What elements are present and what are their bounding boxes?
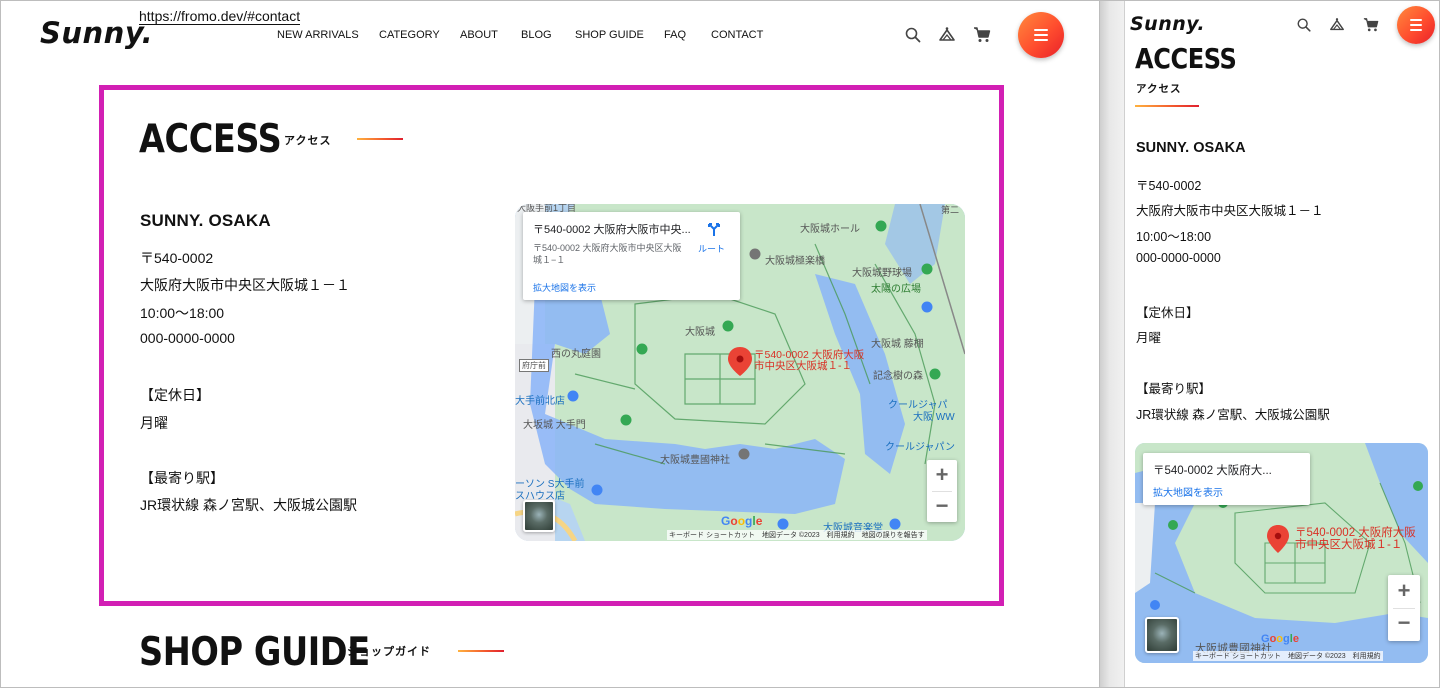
menu-button[interactable] [1018, 12, 1064, 58]
mobile-map-pin-label-line1: 〒540-0002 大阪府大阪 [1295, 527, 1416, 539]
nav-item-contact[interactable]: CONTACT [711, 29, 763, 41]
mobile-search-icon[interactable] [1296, 17, 1312, 33]
mobile-holiday-value: 月曜 [1136, 331, 1162, 345]
mobile-google-logo: Google [1261, 633, 1299, 645]
mobile-hanger-icon[interactable] [1329, 17, 1345, 33]
mobile-station-value: JR環状線 森ノ宮駅、大阪城公園駅 [1136, 408, 1330, 422]
mobile-cart-icon[interactable] [1363, 17, 1379, 33]
nav-item-blog[interactable]: BLOG [521, 29, 552, 41]
mobile-map-info-card: 〒540-0002 大阪府大... 拡大地図を表示 [1143, 453, 1310, 505]
mobile-phone-number: 000-0000-0000 [1136, 251, 1221, 265]
mobile-map-zoom-controls: + − [1388, 575, 1420, 641]
mobile-site-logo[interactable]: Sunny. [1130, 13, 1205, 35]
mobile-station-label: 【最寄り駅】 [1136, 382, 1212, 396]
mobile-view: Sunny. ACCESS アクセス SUNNY. OSAKA 〒540-000… [1125, 2, 1439, 687]
mobile-business-hours: 10:00〜18:00 [1136, 230, 1212, 244]
annotation-url: https://fromo.dev/#contact [139, 8, 301, 25]
shop-guide-title: SHOP GUIDE [139, 630, 370, 675]
desktop-view: Sunny. https://fromo.dev/#contact NEW AR… [2, 2, 1099, 687]
mobile-map-attribution[interactable]: キーボード ショートカット 地図データ ©2023 利用規約 [1193, 651, 1383, 661]
viewport-divider [1099, 1, 1125, 687]
shop-guide-subtitle: ショップガイド [347, 646, 431, 658]
mobile-postal-code: 〒540-0002 [1136, 179, 1202, 193]
mobile-access-title: ACCESS [1135, 42, 1237, 75]
shop-guide-accent-line [458, 650, 504, 652]
mobile-zoom-in-button[interactable]: + [1388, 580, 1420, 602]
mobile-access-accent-line [1135, 105, 1199, 107]
mobile-address: 大阪府大阪市中央区大阪城１－１ [1136, 204, 1324, 218]
highlight-box [99, 85, 1004, 606]
hanger-icon[interactable] [938, 26, 956, 44]
nav-item-shop-guide[interactable]: SHOP GUIDE [575, 29, 644, 41]
mobile-menu-button[interactable] [1397, 6, 1435, 44]
mobile-shop-name: SUNNY. OSAKA [1136, 140, 1246, 156]
mobile-access-subtitle: アクセス [1136, 83, 1182, 95]
nav-item-category[interactable]: CATEGORY [379, 29, 440, 41]
site-logo[interactable]: Sunny. [40, 16, 153, 50]
mobile-holiday-label: 【定休日】 [1136, 306, 1199, 320]
nav-item-about[interactable]: ABOUT [460, 29, 498, 41]
mobile-view-larger-map-link[interactable]: 拡大地図を表示 [1153, 484, 1223, 499]
mobile-google-map[interactable]: 〒540-0002 大阪府大阪 市中央区大阪城１-１ 大阪城豊國神社 〒540-… [1135, 443, 1428, 663]
mobile-street-view-thumbnail[interactable] [1145, 617, 1179, 653]
mobile-map-card-title: 〒540-0002 大阪府大... [1153, 465, 1272, 477]
mobile-zoom-out-button[interactable]: − [1388, 612, 1420, 634]
nav-item-faq[interactable]: FAQ [664, 29, 686, 41]
cart-icon[interactable] [973, 26, 991, 44]
screenshot-frame: Sunny. https://fromo.dev/#contact NEW AR… [0, 0, 1440, 688]
mobile-map-pin-label-line2: 市中央区大阪城１-１ [1295, 539, 1403, 551]
nav-item-new-arrivals[interactable]: NEW ARRIVALS [277, 29, 359, 41]
search-icon[interactable] [904, 26, 922, 44]
